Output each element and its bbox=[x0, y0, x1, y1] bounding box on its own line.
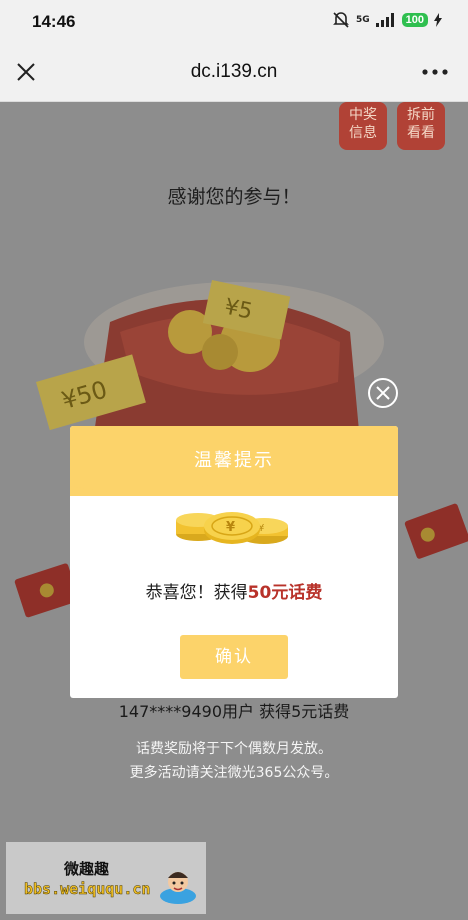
status-time: 14:46 bbox=[32, 12, 76, 31]
side-tab-label: 拆前 bbox=[407, 107, 435, 123]
reward-info-line: 话费奖励将于下个偶数月发放。 bbox=[136, 741, 332, 757]
network-label: 5G bbox=[355, 15, 370, 25]
status-bar: 14:46 5G 100 bbox=[0, 0, 468, 44]
coin-stack-icon: ¥ ¥ bbox=[176, 512, 288, 544]
charging-icon bbox=[434, 13, 442, 27]
site-watermark: 微趣趣 bbs.weiququ.cn bbox=[6, 842, 206, 914]
more-icon[interactable] bbox=[420, 58, 450, 86]
confirm-button[interactable]: 确认 bbox=[180, 635, 288, 679]
watermark-title: 微趣趣 bbox=[64, 860, 110, 878]
winner-ticker: 147****9490用户 获得5元话费 bbox=[118, 702, 350, 721]
browser-nav-bar: dc.i139.cn bbox=[0, 44, 468, 102]
overlay-close-icon[interactable] bbox=[367, 377, 399, 409]
page-url-title: dc.i139.cn bbox=[190, 61, 278, 82]
mute-icon bbox=[333, 12, 349, 28]
follow-info-line: 更多活动请关注微光365公众号。 bbox=[129, 765, 339, 781]
side-tab-preview[interactable]: 拆前 看看 bbox=[397, 102, 445, 150]
side-tab-label: 中奖 bbox=[349, 107, 377, 123]
side-tab-label: 信息 bbox=[349, 125, 377, 141]
side-tab-label: 看看 bbox=[407, 125, 435, 141]
mascot-icon bbox=[160, 872, 196, 904]
dialog-message: 恭喜您！获得50元话费 bbox=[70, 578, 398, 603]
svg-text:¥: ¥ bbox=[226, 520, 235, 535]
prize-dialog: 温馨提示 ¥ ¥ 恭喜您！获得50元话费 确认 bbox=[70, 426, 398, 698]
dialog-header-wave bbox=[70, 470, 398, 493]
battery-icon: 100 bbox=[401, 13, 428, 27]
prize-amount: 50元话费 bbox=[247, 583, 323, 603]
status-icons: 5G 100 bbox=[332, 12, 442, 28]
side-tab-winner-info[interactable]: 中奖 信息 bbox=[339, 102, 387, 150]
dialog-title: 温馨提示 bbox=[194, 450, 274, 471]
dialog-message-prefix: 恭喜您！获得 bbox=[145, 583, 248, 603]
thanks-heading: 感谢您的参与！ bbox=[167, 186, 301, 208]
signal-icon bbox=[375, 13, 394, 27]
watermark-url: bbs.weiququ.cn bbox=[24, 880, 151, 899]
